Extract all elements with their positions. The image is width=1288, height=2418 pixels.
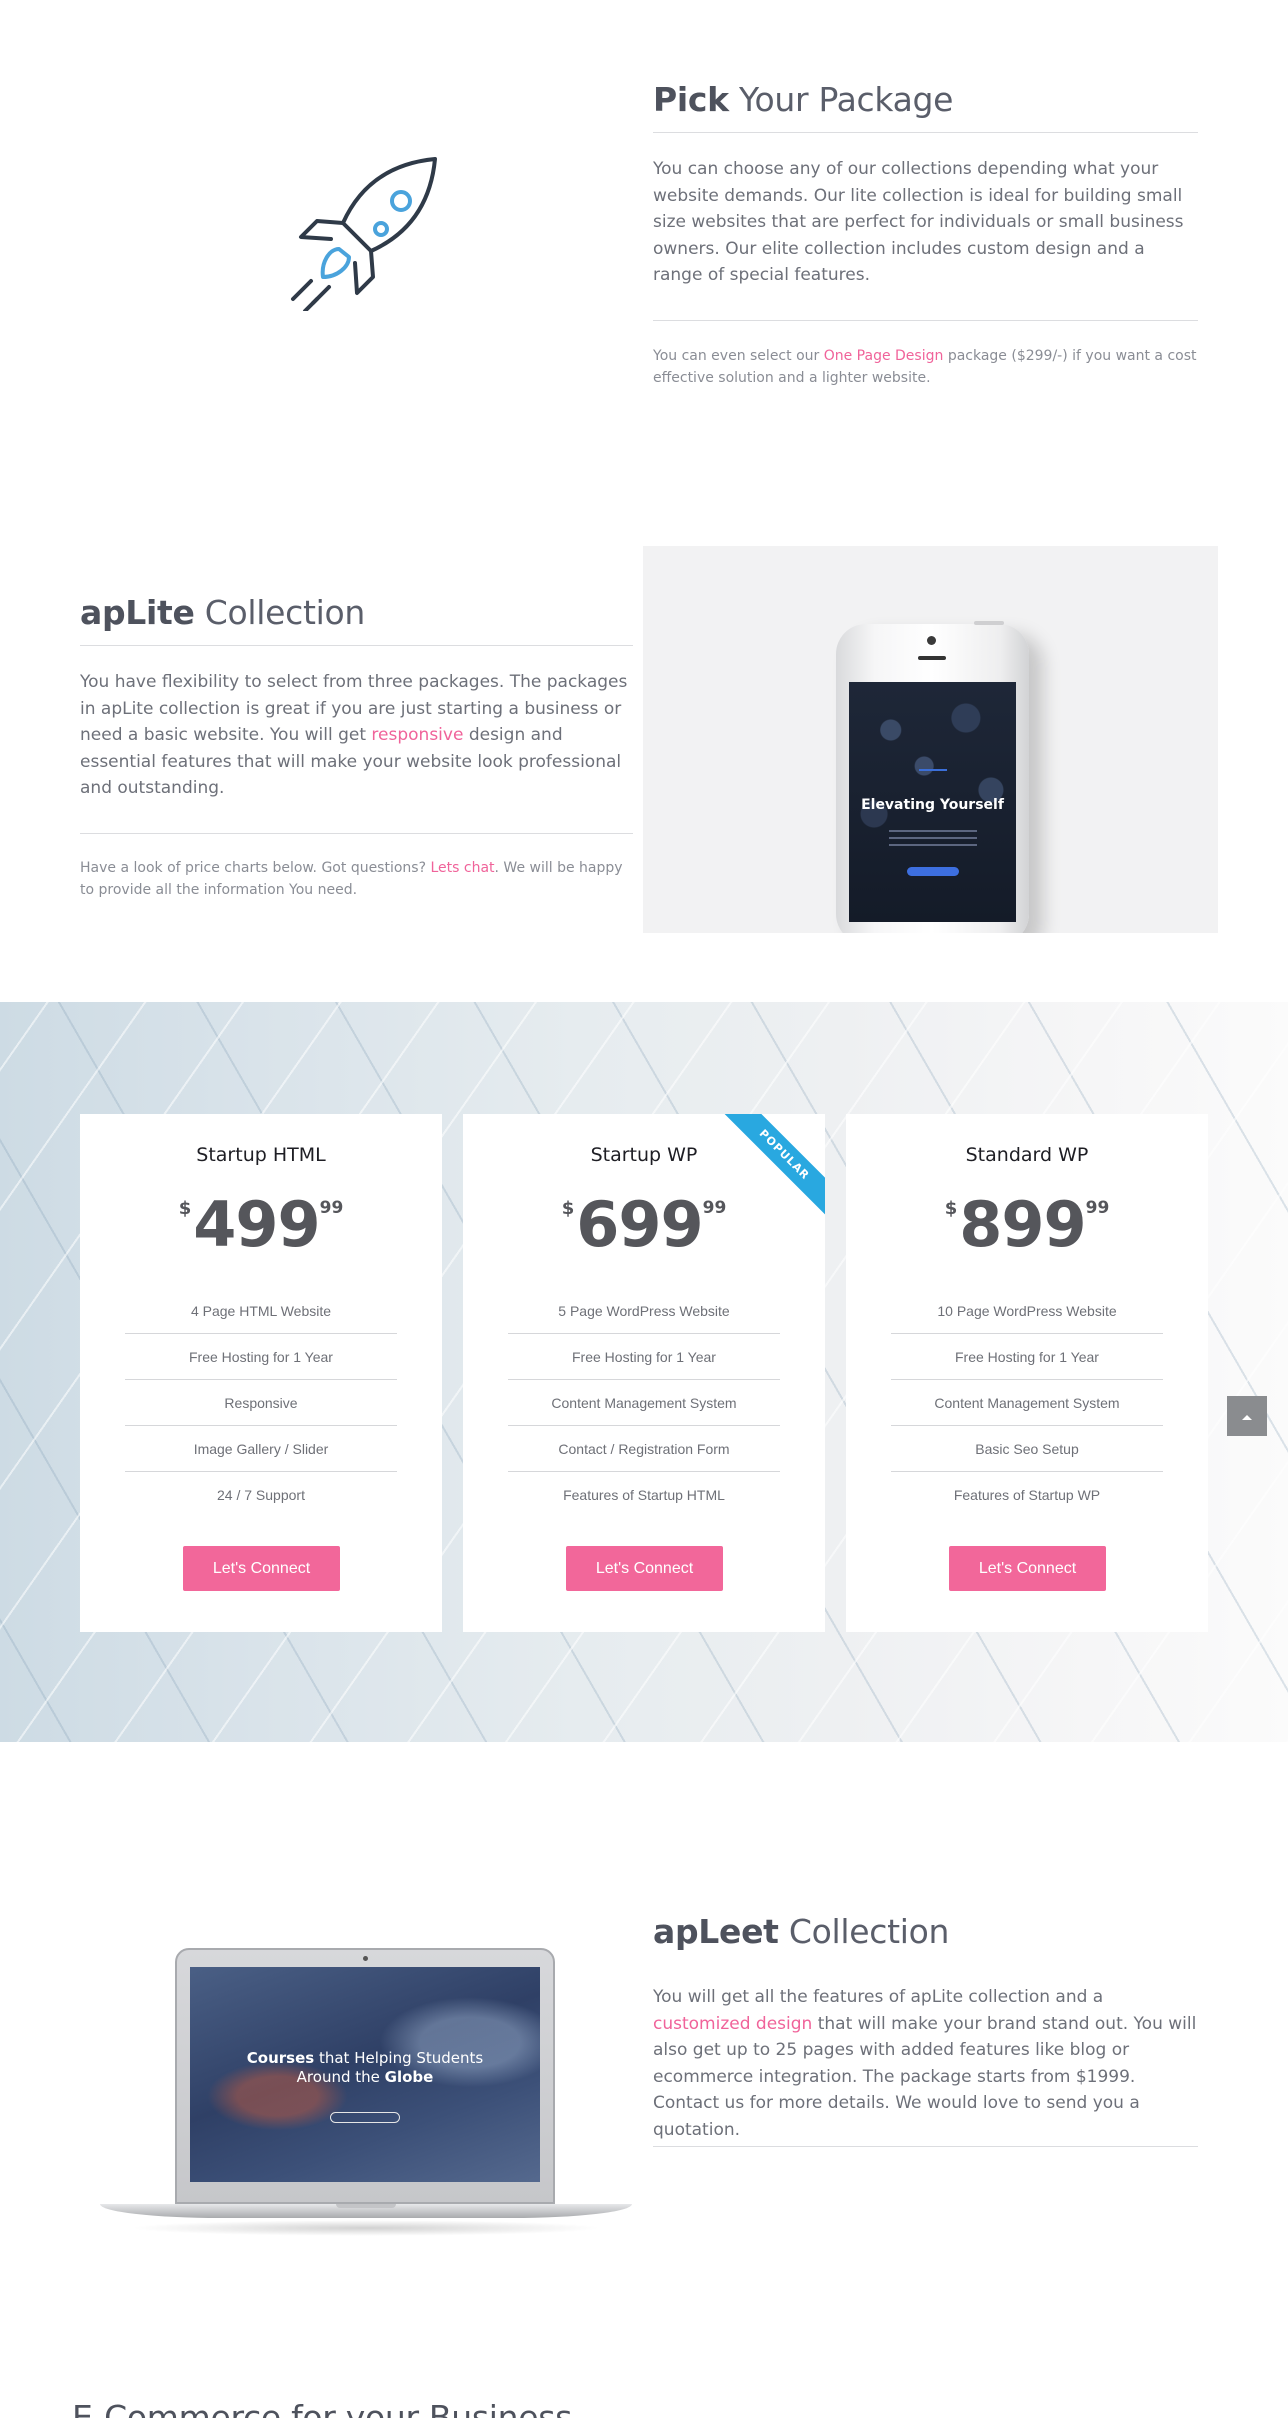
rocket-icon <box>291 157 437 311</box>
pricing-card-startup-html: Startup HTML $49999 4 Page HTML Website … <box>80 1114 442 1632</box>
price-cents: 99 <box>319 1198 344 1218</box>
price-cents: 99 <box>1085 1198 1110 1218</box>
title-rest: Collection <box>204 593 366 632</box>
phone-button <box>974 621 1004 625</box>
section-paragraph: You can choose any of our collections de… <box>653 159 1184 285</box>
section-title: apLeet Collection <box>653 1912 1198 1952</box>
feature-item: 4 Page HTML Website <box>125 1288 397 1334</box>
screen-button <box>907 867 959 876</box>
title-rest: Collection <box>788 1912 950 1951</box>
section-title: apLite Collection <box>80 593 633 633</box>
laptop-shadow <box>130 2220 602 2236</box>
phone-speaker <box>918 656 946 660</box>
feature-item: Contact / Registration Form <box>508 1426 780 1472</box>
feature-item: Responsive <box>125 1380 397 1426</box>
lets-connect-button[interactable]: Let's Connect <box>183 1546 340 1591</box>
price-cents: 99 <box>702 1198 727 1218</box>
phone-mockup-image: Elevating Yourself <box>643 546 1218 933</box>
title-rest: Your Package <box>739 80 954 119</box>
feature-item: 10 Page WordPress Website <box>891 1288 1163 1334</box>
currency-symbol: $ <box>944 1198 958 1219</box>
feature-item: Content Management System <box>891 1380 1163 1426</box>
title-bold: apLeet <box>653 1912 779 1951</box>
plan-name: Startup WP <box>590 1144 698 1166</box>
headline-text: Around the <box>296 2068 380 2086</box>
currency-symbol: $ <box>178 1198 192 1219</box>
laptop-notch <box>336 2204 396 2208</box>
chevron-up-icon <box>1242 1414 1252 1420</box>
section-title: Pick Your Package <box>653 80 1198 120</box>
feature-item: Features of Startup WP <box>953 1487 1101 1503</box>
lets-connect-button[interactable]: Let's Connect <box>949 1546 1106 1591</box>
feature-item: Features of Startup HTML <box>563 1487 725 1503</box>
pricing-section: Startup HTML $49999 4 Page HTML Website … <box>0 1002 1288 1742</box>
phone-device: Elevating Yourself <box>836 621 1029 933</box>
headline-bold: Courses <box>246 2049 315 2067</box>
price-value: 899 <box>959 1188 1086 1261</box>
laptop-lid: Courses that Helping Students Around the… <box>175 1948 555 2204</box>
feature-item: Basic Seo Setup <box>891 1426 1163 1472</box>
currency-symbol: $ <box>561 1198 575 1219</box>
plan-name: Standard WP <box>965 1144 1089 1166</box>
title-bold: apLite <box>80 593 195 632</box>
section-paragraph: You will get all the features of apLite … <box>653 1984 1198 2143</box>
feature-item: 24 / 7 Support <box>217 1487 305 1503</box>
feature-item: 5 Page WordPress Website <box>508 1288 780 1334</box>
responsive-link[interactable]: responsive <box>371 725 463 745</box>
section-note: You can even select our One Page Design … <box>653 345 1198 389</box>
plan-price: $89999 <box>846 1194 1208 1256</box>
pricing-card-standard-wp: Standard WP $89999 10 Page WordPress Web… <box>846 1114 1208 1632</box>
plan-price: $69999 <box>463 1194 825 1256</box>
one-page-design-link[interactable]: One Page Design <box>824 348 944 364</box>
screen-accent-line <box>919 769 947 771</box>
phone-screen-headline: Elevating Yourself <box>861 797 1004 813</box>
laptop-camera <box>363 1956 368 1961</box>
lets-chat-link[interactable]: Lets chat <box>430 860 494 876</box>
scroll-to-top-button[interactable] <box>1227 1396 1267 1436</box>
customized-design-link[interactable]: customized design <box>653 2014 812 2034</box>
paragraph-text: You will get all the features of apLite … <box>653 1987 1104 2007</box>
laptop-screen-headline: Courses that Helping Students Around the… <box>190 2049 540 2087</box>
headline-text: that Helping Students <box>318 2049 484 2067</box>
phone-screen: Elevating Yourself <box>849 682 1016 922</box>
feature-list: 4 Page HTML Website Free Hosting for 1 Y… <box>125 1288 397 1518</box>
feature-item: Free Hosting for 1 Year <box>508 1334 780 1380</box>
headline-bold: Globe <box>384 2068 434 2086</box>
phone-camera <box>927 636 936 645</box>
note-text: You can even select our <box>653 348 820 364</box>
screen-button <box>330 2112 400 2123</box>
title-bold: Pick <box>653 80 729 119</box>
price-value: 699 <box>576 1188 703 1261</box>
laptop-screen: Courses that Helping Students Around the… <box>190 1967 540 2182</box>
section-note: Have a look of price charts below. Got q… <box>80 857 633 901</box>
screen-text-line <box>889 830 977 832</box>
note-text: Have a look of price charts below. Got q… <box>80 860 427 876</box>
lets-connect-button[interactable]: Let's Connect <box>566 1546 723 1591</box>
feature-list: 10 Page WordPress Website Free Hosting f… <box>891 1288 1163 1518</box>
price-value: 499 <box>193 1188 320 1261</box>
pricing-card-startup-wp: POPULAR Startup WP $69999 5 Page WordPre… <box>463 1114 825 1632</box>
feature-item: Free Hosting for 1 Year <box>125 1334 397 1380</box>
screen-text-line <box>889 844 977 846</box>
feature-list: 5 Page WordPress Website Free Hosting fo… <box>508 1288 780 1518</box>
divider <box>653 320 1198 321</box>
section-paragraph: You have flexibility to select from thre… <box>80 669 633 802</box>
feature-item: Content Management System <box>508 1380 780 1426</box>
plan-price: $49999 <box>80 1194 442 1256</box>
divider <box>80 833 633 834</box>
divider <box>653 2146 1198 2147</box>
pick-package-section: Pick Your Package You can choose any of … <box>0 0 1288 500</box>
plan-name: Startup HTML <box>196 1144 326 1166</box>
screen-text-line <box>889 837 977 839</box>
feature-item: Free Hosting for 1 Year <box>891 1334 1163 1380</box>
divider <box>653 132 1198 133</box>
divider <box>80 645 633 646</box>
laptop-mockup-image: Courses that Helping Students Around the… <box>100 1948 632 2248</box>
feature-item: Image Gallery / Slider <box>125 1426 397 1472</box>
next-section-title: E-Commerce for your Business <box>72 2398 573 2418</box>
